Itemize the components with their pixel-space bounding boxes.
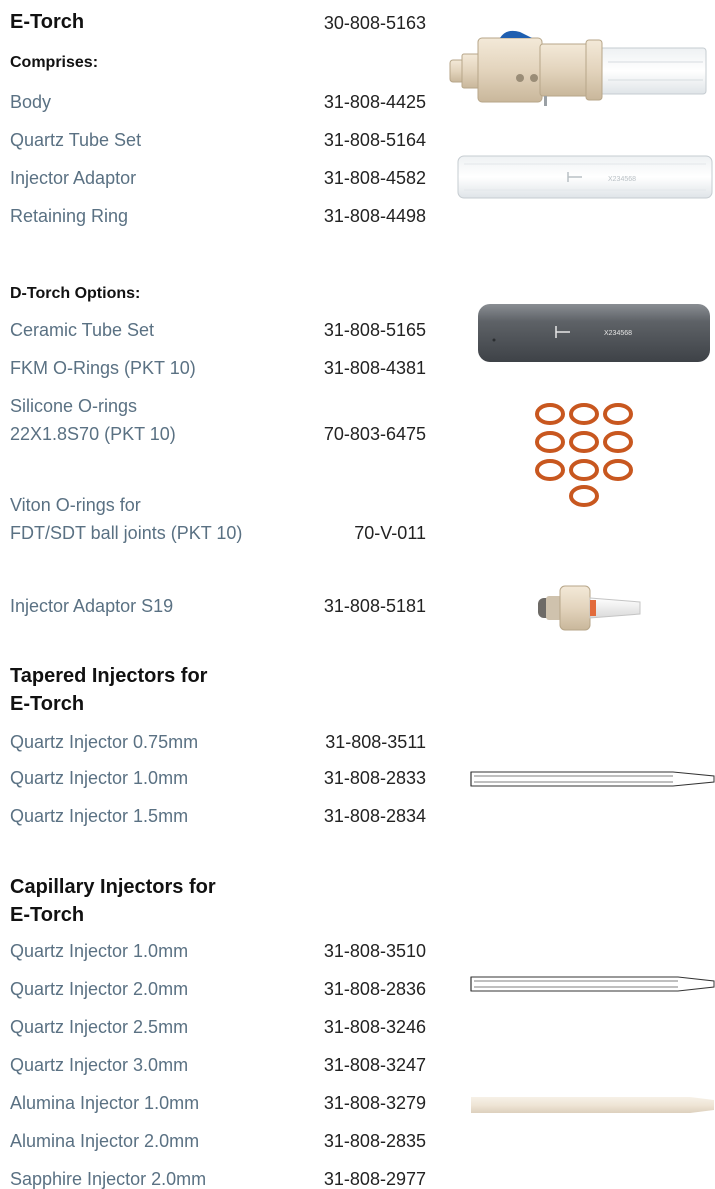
list-item-part: 31-808-2833 xyxy=(323,768,426,788)
list-item-part: 31-808-3247 xyxy=(323,1055,426,1075)
list-item-part: 31-808-3279 xyxy=(323,1093,426,1113)
list-item-label: Alumina Injector 1.0mm xyxy=(10,1093,200,1113)
list-item-label-line2: FDT/SDT ball joints (PKT 10) xyxy=(10,523,243,543)
tapered-heading-line2: E-Torch xyxy=(10,693,85,715)
list-item-label: Quartz Injector 0.75mm xyxy=(10,732,199,752)
ceramic-tube-marking: X234568 xyxy=(604,330,632,337)
list-item-label-line1: Viton O-rings for xyxy=(10,495,141,515)
list-item-label: Body xyxy=(10,92,52,112)
list-item-label: Quartz Injector 3.0mm xyxy=(10,1055,189,1075)
list-item-label: Quartz Injector 1.0mm xyxy=(10,768,189,788)
o-rings-image xyxy=(535,403,633,507)
quartz-tube-marking: X234568 xyxy=(608,176,636,183)
list-item-label: Sapphire Injector 2.0mm xyxy=(10,1169,207,1189)
list-item-label: Injector Adaptor xyxy=(10,168,137,188)
list-item-part: 31-808-5165 xyxy=(323,320,426,340)
list-item-part: 31-808-2836 xyxy=(323,979,426,999)
list-item-part: 31-808-2834 xyxy=(323,806,426,826)
list-item-label-line1: Silicone O-rings xyxy=(10,396,138,416)
list-item-part: 31-808-2835 xyxy=(323,1131,426,1151)
list-item-part: 31-808-4425 xyxy=(323,92,426,112)
list-item-part: 31-808-3246 xyxy=(323,1017,426,1037)
capillary-heading-line2: E-Torch xyxy=(10,904,85,926)
capillary-injector-image xyxy=(470,976,715,992)
list-item-label: Quartz Injector 1.5mm xyxy=(10,806,189,826)
dtorch-heading: D-Torch Options: xyxy=(10,285,141,302)
comprises-heading: Comprises: xyxy=(10,54,99,71)
list-item-part: 31-808-3511 xyxy=(325,732,426,752)
list-item-label: Quartz Tube Set xyxy=(10,130,142,150)
list-item-part: 31-808-3510 xyxy=(323,941,426,961)
etorch-part-number: 30-808-5163 xyxy=(323,13,426,33)
list-item-label: Quartz Injector 2.0mm xyxy=(10,979,189,999)
list-item-part: 31-808-4381 xyxy=(323,358,426,378)
capillary-heading-line1: Capillary Injectors for xyxy=(10,876,216,898)
list-item-part: 31-808-2977 xyxy=(323,1169,426,1189)
list-item-label: FKM O-Rings (PKT 10) xyxy=(10,358,196,378)
list-item-label: Alumina Injector 2.0mm xyxy=(10,1131,200,1151)
list-item-part: 31-808-4498 xyxy=(323,206,426,226)
list-item-label: Injector Adaptor S19 xyxy=(10,596,174,616)
list-item-label-line2: 22X1.8S70 (PKT 10) xyxy=(10,424,176,444)
list-item-label: Ceramic Tube Set xyxy=(10,320,155,340)
ceramic-tube-image: X234568 xyxy=(478,304,710,362)
quartz-tube-image: X234568 xyxy=(457,155,713,199)
list-item-part: 31-808-5164 xyxy=(323,130,426,150)
list-item-part: 31-808-4582 xyxy=(323,168,426,188)
list-item-label: Retaining Ring xyxy=(10,206,129,226)
list-item-part: 31-808-5181 xyxy=(323,596,426,616)
etorch-title: E-Torch xyxy=(10,11,85,33)
injector-adaptor-image xyxy=(538,585,641,631)
alumina-injector-image xyxy=(471,1097,714,1113)
list-item-label: Quartz Injector 2.5mm xyxy=(10,1017,189,1037)
tapered-heading-line1: Tapered Injectors for xyxy=(10,665,208,687)
torch-body-image xyxy=(449,30,707,106)
list-item-part: 70-V-011 xyxy=(354,523,426,543)
tapered-injector-image xyxy=(470,771,715,787)
list-item-part: 70-803-6475 xyxy=(323,424,426,444)
list-item-label: Quartz Injector 1.0mm xyxy=(10,941,189,961)
